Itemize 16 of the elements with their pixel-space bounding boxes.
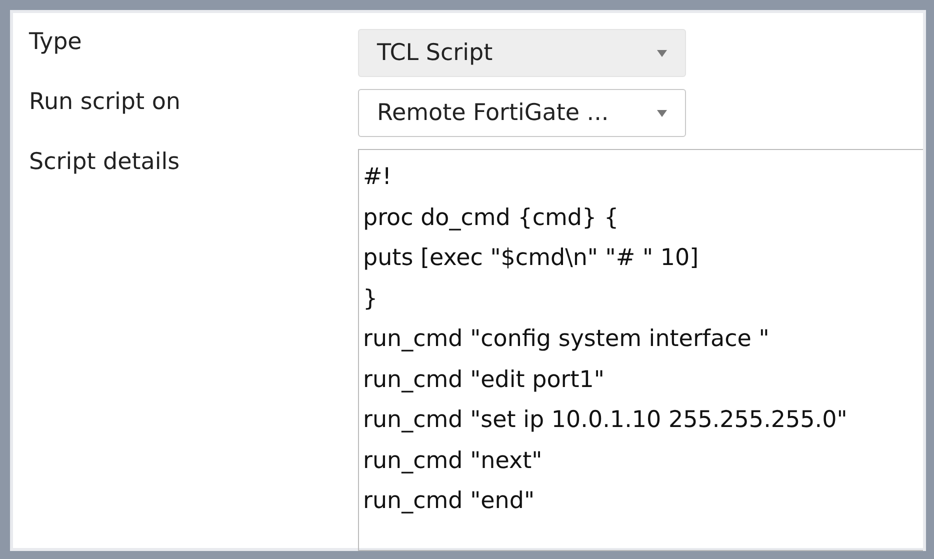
script-editor[interactable]: #! proc do_cmd {cmd} { puts [exec "$cmd\n" "# " 10] } run_cmd "config system interface " run_cmd "edit port1" run_cmd "set ip 10.0.1.10 255.255.255.0" run_cmd "next" run_cmd "end": [358, 149, 923, 551]
code-line: run_cmd "next": [363, 446, 544, 476]
code-line: run_cmd "set ip 10.0.1.10 255.255.255.0": [363, 406, 848, 435]
code-line: #!: [363, 163, 392, 192]
caret-icon: [657, 110, 667, 116]
code-line: proc do_cmd {cmd} {: [363, 204, 620, 232]
field-label: Run script on: [29, 88, 180, 115]
code-line: run_cmd "end": [363, 487, 536, 516]
caret-icon: [657, 50, 667, 56]
dropdown[interactable]: Remote FortiGate ...: [358, 89, 686, 137]
field-label: Type: [29, 28, 82, 55]
code-line: run_cmd "config system interface ": [363, 325, 770, 354]
code-line: puts [exec "$cmd\n" "# " 10]: [363, 244, 700, 273]
field-label: Script details: [29, 148, 180, 175]
code-line: run_cmd "edit port1": [363, 366, 606, 394]
code-line: }: [363, 284, 379, 314]
